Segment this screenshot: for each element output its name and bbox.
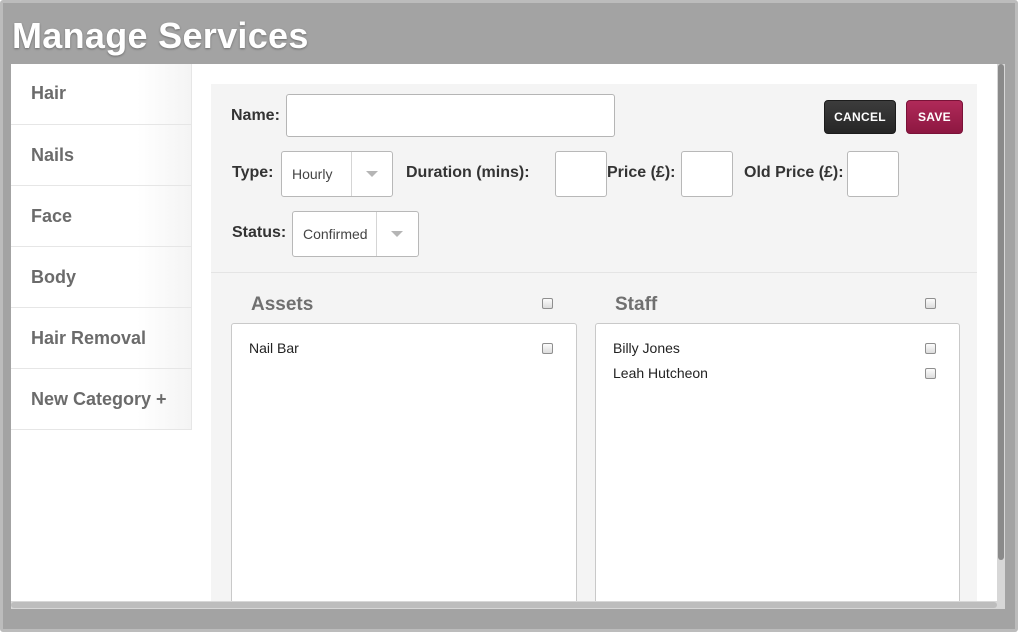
duration-input[interactable]	[555, 151, 607, 197]
assets-title: Assets	[251, 294, 314, 315]
staff-checkbox[interactable]	[925, 368, 936, 379]
vertical-scrollbar[interactable]	[997, 64, 1005, 609]
horizontal-scrollbar-thumb[interactable]	[11, 602, 997, 608]
list-item: Nail Bar	[232, 338, 576, 363]
chevron-down-icon	[391, 231, 403, 237]
staff-name: Leah Hutcheon	[613, 365, 708, 381]
type-label: Type:	[232, 164, 274, 181]
manage-services-dialog: Hair Nails Face Body Hair Removal New Ca…	[11, 64, 997, 601]
sidebar-item-hair[interactable]: Hair	[11, 64, 192, 125]
name-label: Name:	[231, 107, 280, 124]
list-item: Leah Hutcheon	[596, 363, 959, 388]
sidebar-item-body[interactable]: Body	[11, 247, 192, 308]
sidebar-item-label: Face	[31, 206, 73, 226]
assets-select-all-checkbox[interactable]	[542, 298, 553, 309]
old-price-label: Old Price (£):	[744, 164, 844, 181]
sidebar-item-face[interactable]: Face	[11, 186, 192, 247]
sidebar-item-new-category[interactable]: New Category +	[11, 369, 192, 430]
sidebar-item-label: Hair Removal	[31, 328, 147, 348]
service-form-panel: Name: CANCEL SAVE Type: Hourly Duration …	[211, 84, 977, 601]
price-input[interactable]	[681, 151, 733, 197]
type-select-value: Hourly	[292, 166, 333, 182]
section-divider	[211, 272, 977, 273]
chevron-down-icon	[366, 171, 378, 177]
page-title: Manage Services	[12, 15, 309, 56]
select-divider	[351, 152, 352, 196]
staff-list: Billy Jones Leah Hutcheon	[595, 323, 960, 601]
sidebar-item-label: Body	[31, 267, 76, 287]
cancel-button[interactable]: CANCEL	[824, 100, 896, 134]
assets-list: Nail Bar	[231, 323, 577, 601]
sidebar-item-label: New Category +	[31, 389, 167, 409]
category-sidebar: Hair Nails Face Body Hair Removal New Ca…	[11, 64, 192, 430]
sidebar-item-label: Nails	[31, 145, 75, 165]
asset-name: Nail Bar	[249, 340, 299, 356]
name-input[interactable]	[286, 94, 615, 137]
asset-checkbox[interactable]	[542, 343, 553, 354]
sidebar-item-nails[interactable]: Nails	[11, 125, 192, 186]
status-select[interactable]: Confirmed	[292, 211, 419, 257]
old-price-input[interactable]	[847, 151, 899, 197]
sidebar-item-hair-removal[interactable]: Hair Removal	[11, 308, 192, 369]
status-label: Status:	[232, 224, 287, 241]
select-divider	[376, 212, 377, 256]
sidebar-item-label: Hair	[31, 83, 67, 103]
staff-name: Billy Jones	[613, 340, 680, 356]
list-item: Billy Jones	[596, 338, 959, 363]
staff-checkbox[interactable]	[925, 343, 936, 354]
type-select[interactable]: Hourly	[281, 151, 393, 197]
save-button[interactable]: SAVE	[906, 100, 963, 134]
staff-title: Staff	[615, 294, 658, 315]
horizontal-scrollbar[interactable]	[11, 601, 997, 609]
duration-label: Duration (mins):	[406, 164, 530, 181]
price-label: Price (£):	[607, 164, 676, 181]
status-select-value: Confirmed	[303, 226, 368, 242]
vertical-scrollbar-thumb[interactable]	[998, 64, 1004, 560]
staff-select-all-checkbox[interactable]	[925, 298, 936, 309]
